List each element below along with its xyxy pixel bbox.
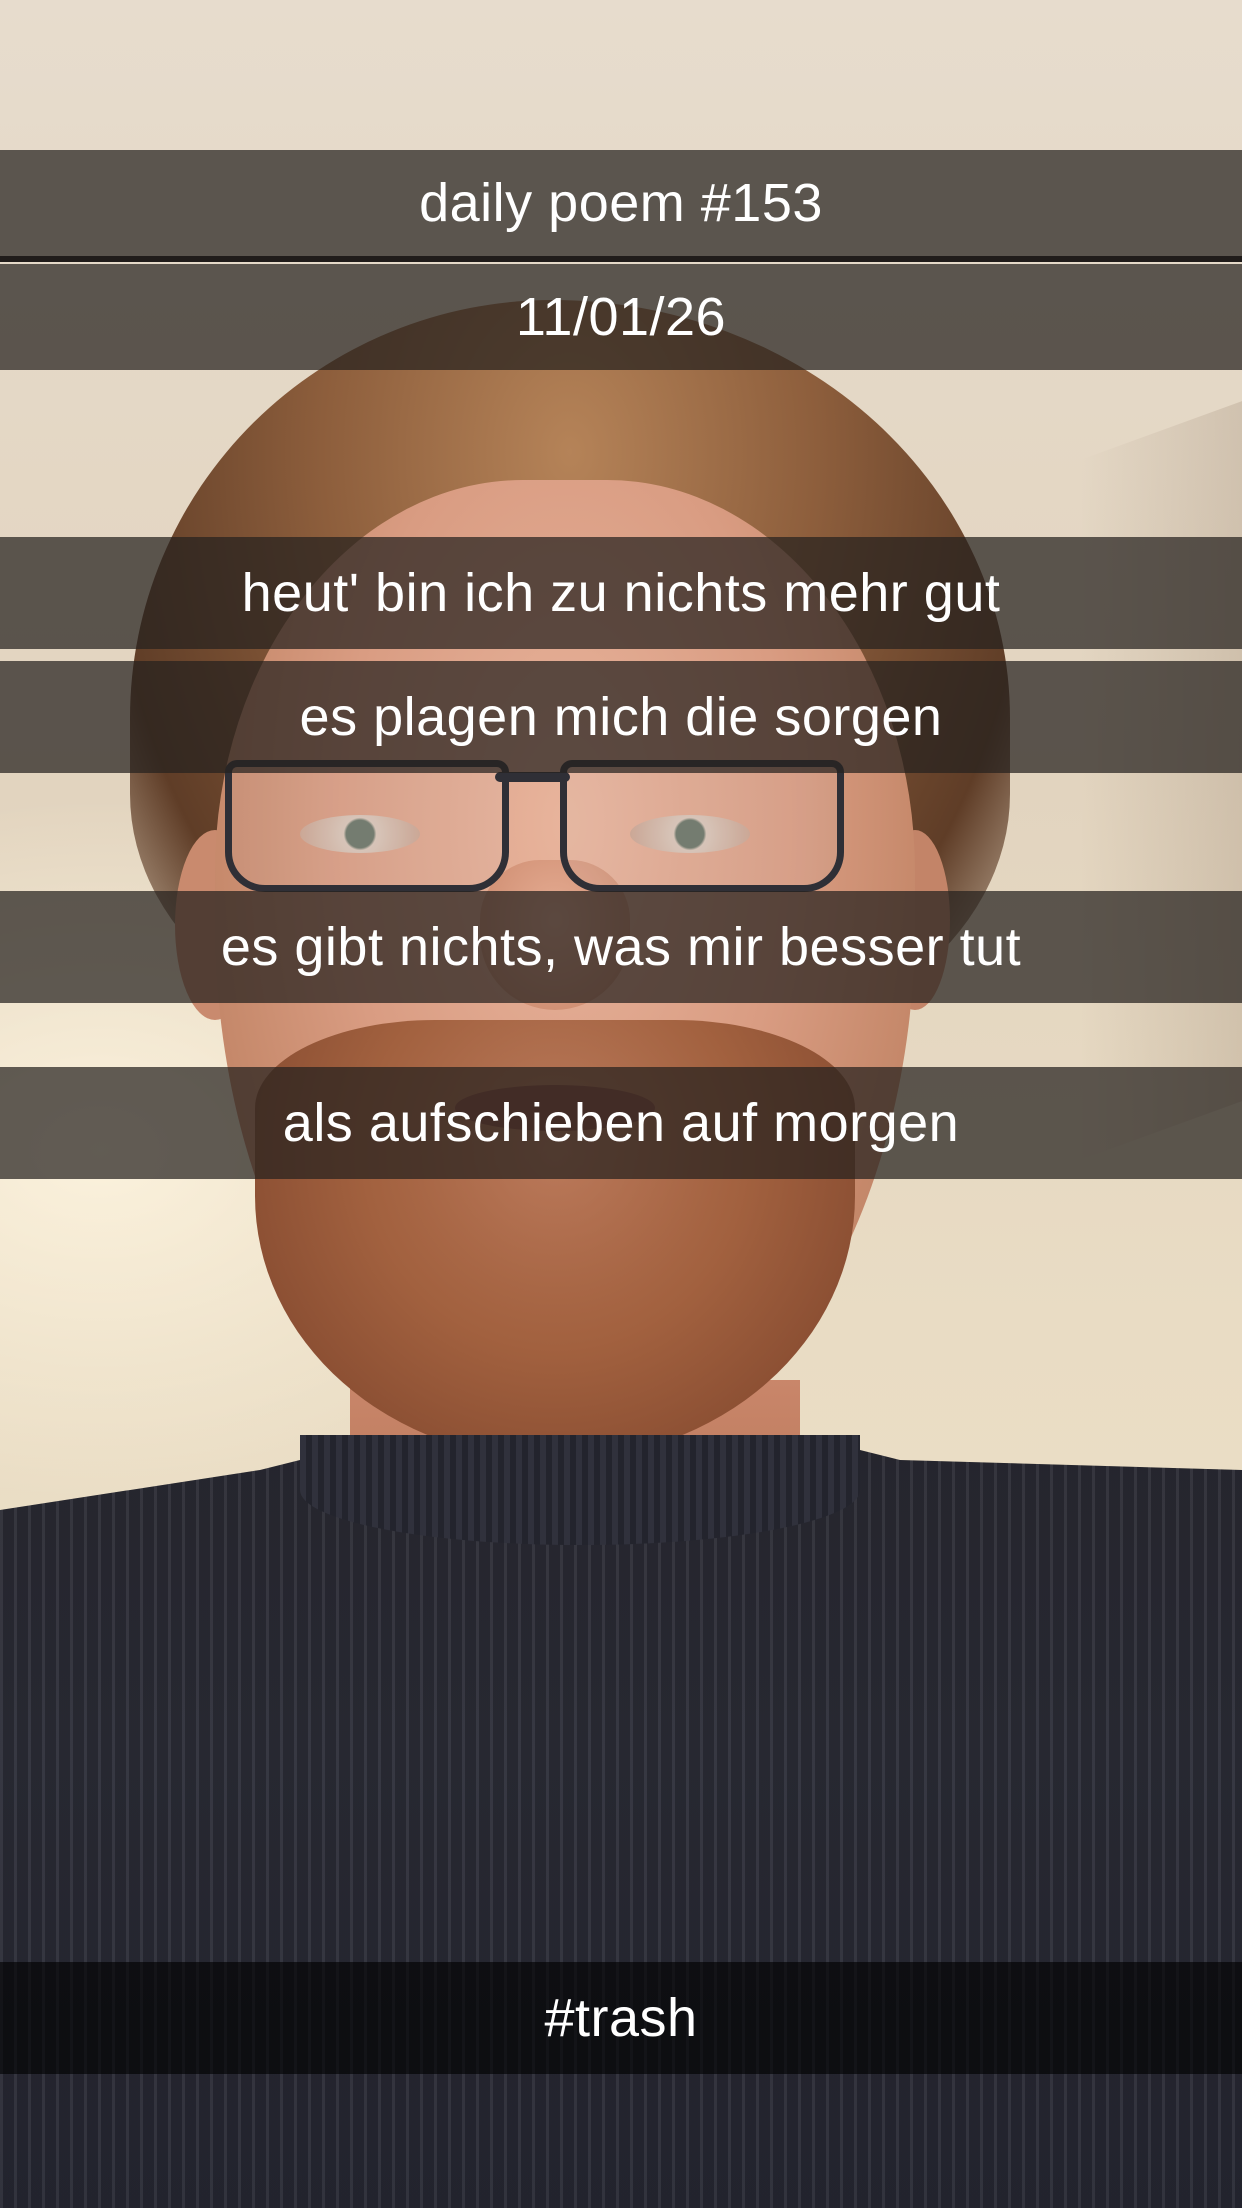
caption-line-2[interactable]: es plagen mich die sorgen xyxy=(0,661,1242,773)
caption-line-4[interactable]: als aufschieben auf morgen xyxy=(0,1067,1242,1179)
right-lens xyxy=(560,760,844,892)
left-lens xyxy=(225,760,509,892)
caption-hashtag-text: #trash xyxy=(544,1988,698,2048)
caption-line-2-text: es plagen mich die sorgen xyxy=(299,687,943,747)
caption-date-text: 11/01/26 xyxy=(515,287,727,347)
caption-title[interactable]: daily poem #153 xyxy=(0,150,1242,256)
caption-divider xyxy=(0,256,1242,262)
caption-date[interactable]: 11/01/26 xyxy=(0,264,1242,370)
caption-line-3[interactable]: es gibt nichts, was mir besser tut xyxy=(0,891,1242,1003)
sweater xyxy=(0,1440,1242,2208)
caption-hashtag[interactable]: #trash xyxy=(0,1962,1242,2074)
glasses-bridge xyxy=(495,772,570,782)
caption-line-1[interactable]: heut' bin ich zu nichts mehr gut xyxy=(0,537,1242,649)
caption-line-1-text: heut' bin ich zu nichts mehr gut xyxy=(241,563,1001,623)
sweater-collar xyxy=(300,1435,860,1545)
caption-title-text: daily poem #153 xyxy=(419,173,823,233)
caption-line-4-text: als aufschieben auf morgen xyxy=(282,1093,960,1153)
caption-line-3-text: es gibt nichts, was mir besser tut xyxy=(220,917,1022,977)
snap-view: daily poem #153 11/01/26 heut' bin ich z… xyxy=(0,0,1242,2208)
